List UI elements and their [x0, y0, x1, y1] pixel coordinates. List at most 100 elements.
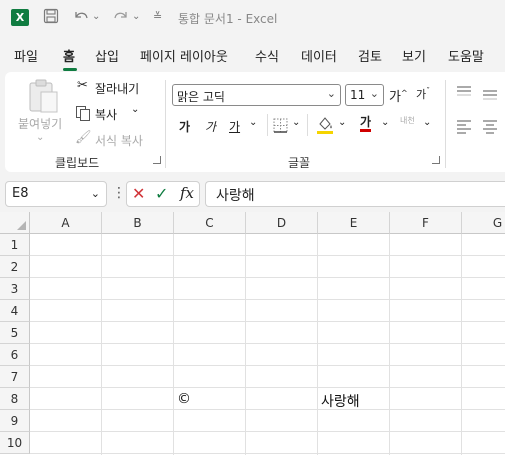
paste-icon[interactable]: [27, 78, 59, 117]
insert-function-icon[interactable]: fx: [180, 184, 194, 202]
redo-dropdown-icon[interactable]: ⌄: [132, 8, 140, 26]
font-launcher-icon[interactable]: [432, 156, 440, 164]
align-top-icon[interactable]: [457, 86, 471, 101]
chevron-down-icon: ⌄: [90, 187, 100, 200]
cell-c8[interactable]: ©: [177, 391, 191, 407]
gridline: [30, 387, 505, 388]
phonetic-guide-button[interactable]: 내천: [400, 116, 416, 125]
borders-dropdown-icon[interactable]: ⌄: [292, 117, 300, 128]
gridline: [30, 277, 505, 278]
name-box-value: E8: [12, 186, 29, 201]
redo-icon[interactable]: [112, 8, 130, 28]
name-box[interactable]: E8 ⌄: [5, 181, 107, 207]
row-header-7[interactable]: 7: [0, 366, 30, 388]
align-center-icon[interactable]: [483, 120, 497, 137]
tab-help[interactable]: 도움말: [448, 46, 484, 65]
formula-bar: E8 ⌄ ⋮ ✕ ✓ fx 사랑해: [0, 179, 505, 209]
title-bar: X ⌄ ⌄ ≚ 통합 문서1 - Excel: [0, 0, 505, 36]
save-icon[interactable]: [43, 8, 59, 28]
tab-file[interactable]: 파일: [14, 46, 38, 65]
more-options-icon[interactable]: ⋮: [112, 185, 126, 201]
tab-page-layout[interactable]: 페이지 레이아웃: [140, 46, 228, 65]
tab-insert[interactable]: 삽입: [95, 46, 119, 65]
fill-color-icon[interactable]: [316, 115, 334, 138]
format-painter-icon[interactable]: 🖌: [75, 130, 92, 145]
select-all-triangle-icon: [17, 221, 26, 230]
copy-dropdown-icon[interactable]: ⌄: [131, 104, 139, 115]
row-header-6[interactable]: 6: [0, 344, 30, 366]
enter-icon[interactable]: ✓: [155, 184, 168, 203]
align-left-icon[interactable]: [457, 120, 471, 137]
formula-input[interactable]: 사랑해: [205, 181, 505, 207]
customize-toolbar-icon[interactable]: ≚: [153, 8, 162, 26]
grow-font-button[interactable]: 가^: [389, 86, 408, 105]
gridline: [30, 431, 505, 432]
font-size-select[interactable]: 11 ⌄: [345, 84, 384, 106]
row-header-5[interactable]: 5: [0, 322, 30, 344]
format-painter-button[interactable]: 서식 복사: [95, 132, 143, 149]
column-header-e[interactable]: E: [318, 212, 390, 234]
phonetic-dropdown-icon[interactable]: ⌄: [423, 117, 431, 128]
bold-button[interactable]: 가: [179, 118, 190, 135]
formula-actions: ✕ ✓ fx: [126, 181, 200, 207]
column-header-f[interactable]: F: [390, 212, 462, 234]
document-title: 통합 문서1 - Excel: [178, 12, 278, 26]
gridline: [317, 234, 318, 455]
column-header-a[interactable]: A: [30, 212, 102, 234]
paste-dropdown-icon[interactable]: ⌄: [36, 132, 44, 143]
row-header-4[interactable]: 4: [0, 300, 30, 322]
undo-icon[interactable]: [72, 8, 90, 28]
font-color-button[interactable]: 가: [360, 115, 372, 132]
ribbon-tabs: 파일 홈 삽입 페이지 레이아웃 수식 데이터 검토 보기 도움말: [0, 42, 505, 68]
row-header-1[interactable]: 1: [0, 234, 30, 256]
ribbon-separator: [267, 114, 268, 136]
font-size-value: 11: [350, 88, 366, 102]
shrink-font-label: 가: [416, 88, 427, 101]
fill-color-dropdown-icon[interactable]: ⌄: [338, 117, 346, 128]
borders-icon[interactable]: [273, 118, 288, 136]
excel-logo-icon: X: [11, 9, 29, 26]
row-header-9[interactable]: 9: [0, 410, 30, 432]
row-header-2[interactable]: 2: [0, 256, 30, 278]
font-color-dropdown-icon[interactable]: ⌄: [381, 117, 389, 128]
column-header-c[interactable]: C: [174, 212, 246, 234]
undo-dropdown-icon[interactable]: ⌄: [92, 8, 100, 26]
grow-font-label: 가: [389, 90, 401, 105]
clipboard-launcher-icon[interactable]: [153, 156, 161, 164]
paste-button[interactable]: 붙여넣기: [18, 115, 62, 132]
cut-icon[interactable]: ✂: [77, 78, 88, 93]
select-all-button[interactable]: [0, 212, 30, 234]
row-header-3[interactable]: 3: [0, 278, 30, 300]
tab-data[interactable]: 데이터: [301, 46, 337, 65]
gridline: [30, 299, 505, 300]
copy-icon[interactable]: [75, 105, 91, 124]
row-header-10[interactable]: 10: [0, 432, 30, 454]
ribbon-separator: [445, 80, 446, 168]
copy-button[interactable]: 복사: [95, 106, 117, 123]
tab-review[interactable]: 검토: [358, 46, 382, 65]
gridline: [245, 234, 246, 455]
row-header-8[interactable]: 8: [0, 388, 30, 410]
font-group-label: 글꼴: [288, 156, 311, 170]
underline-dropdown-icon[interactable]: ⌄: [249, 117, 257, 128]
gridline: [101, 234, 102, 455]
tab-home[interactable]: 홈: [63, 46, 75, 65]
tab-formulas[interactable]: 수식: [255, 46, 279, 65]
cancel-icon[interactable]: ✕: [132, 184, 145, 203]
chevron-down-icon: ⌄: [369, 87, 379, 100]
align-middle-icon[interactable]: [483, 88, 497, 103]
cut-button[interactable]: 잘라내기: [95, 80, 139, 97]
column-header-g[interactable]: G: [462, 212, 505, 234]
shrink-font-button[interactable]: 가ˇ: [416, 86, 430, 102]
gridline: [30, 365, 505, 366]
logo-letter: X: [15, 11, 25, 24]
column-header-d[interactable]: D: [246, 212, 318, 234]
column-header-b[interactable]: B: [102, 212, 174, 234]
underline-button[interactable]: 가: [229, 118, 240, 135]
gridline: [30, 321, 505, 322]
tab-view[interactable]: 보기: [402, 46, 426, 65]
font-family-select[interactable]: 맑은 고딕 ⌄: [172, 84, 341, 106]
ribbon-separator: [307, 114, 308, 136]
cell-e8[interactable]: 사랑해: [321, 391, 360, 411]
italic-button[interactable]: 가: [205, 118, 216, 135]
